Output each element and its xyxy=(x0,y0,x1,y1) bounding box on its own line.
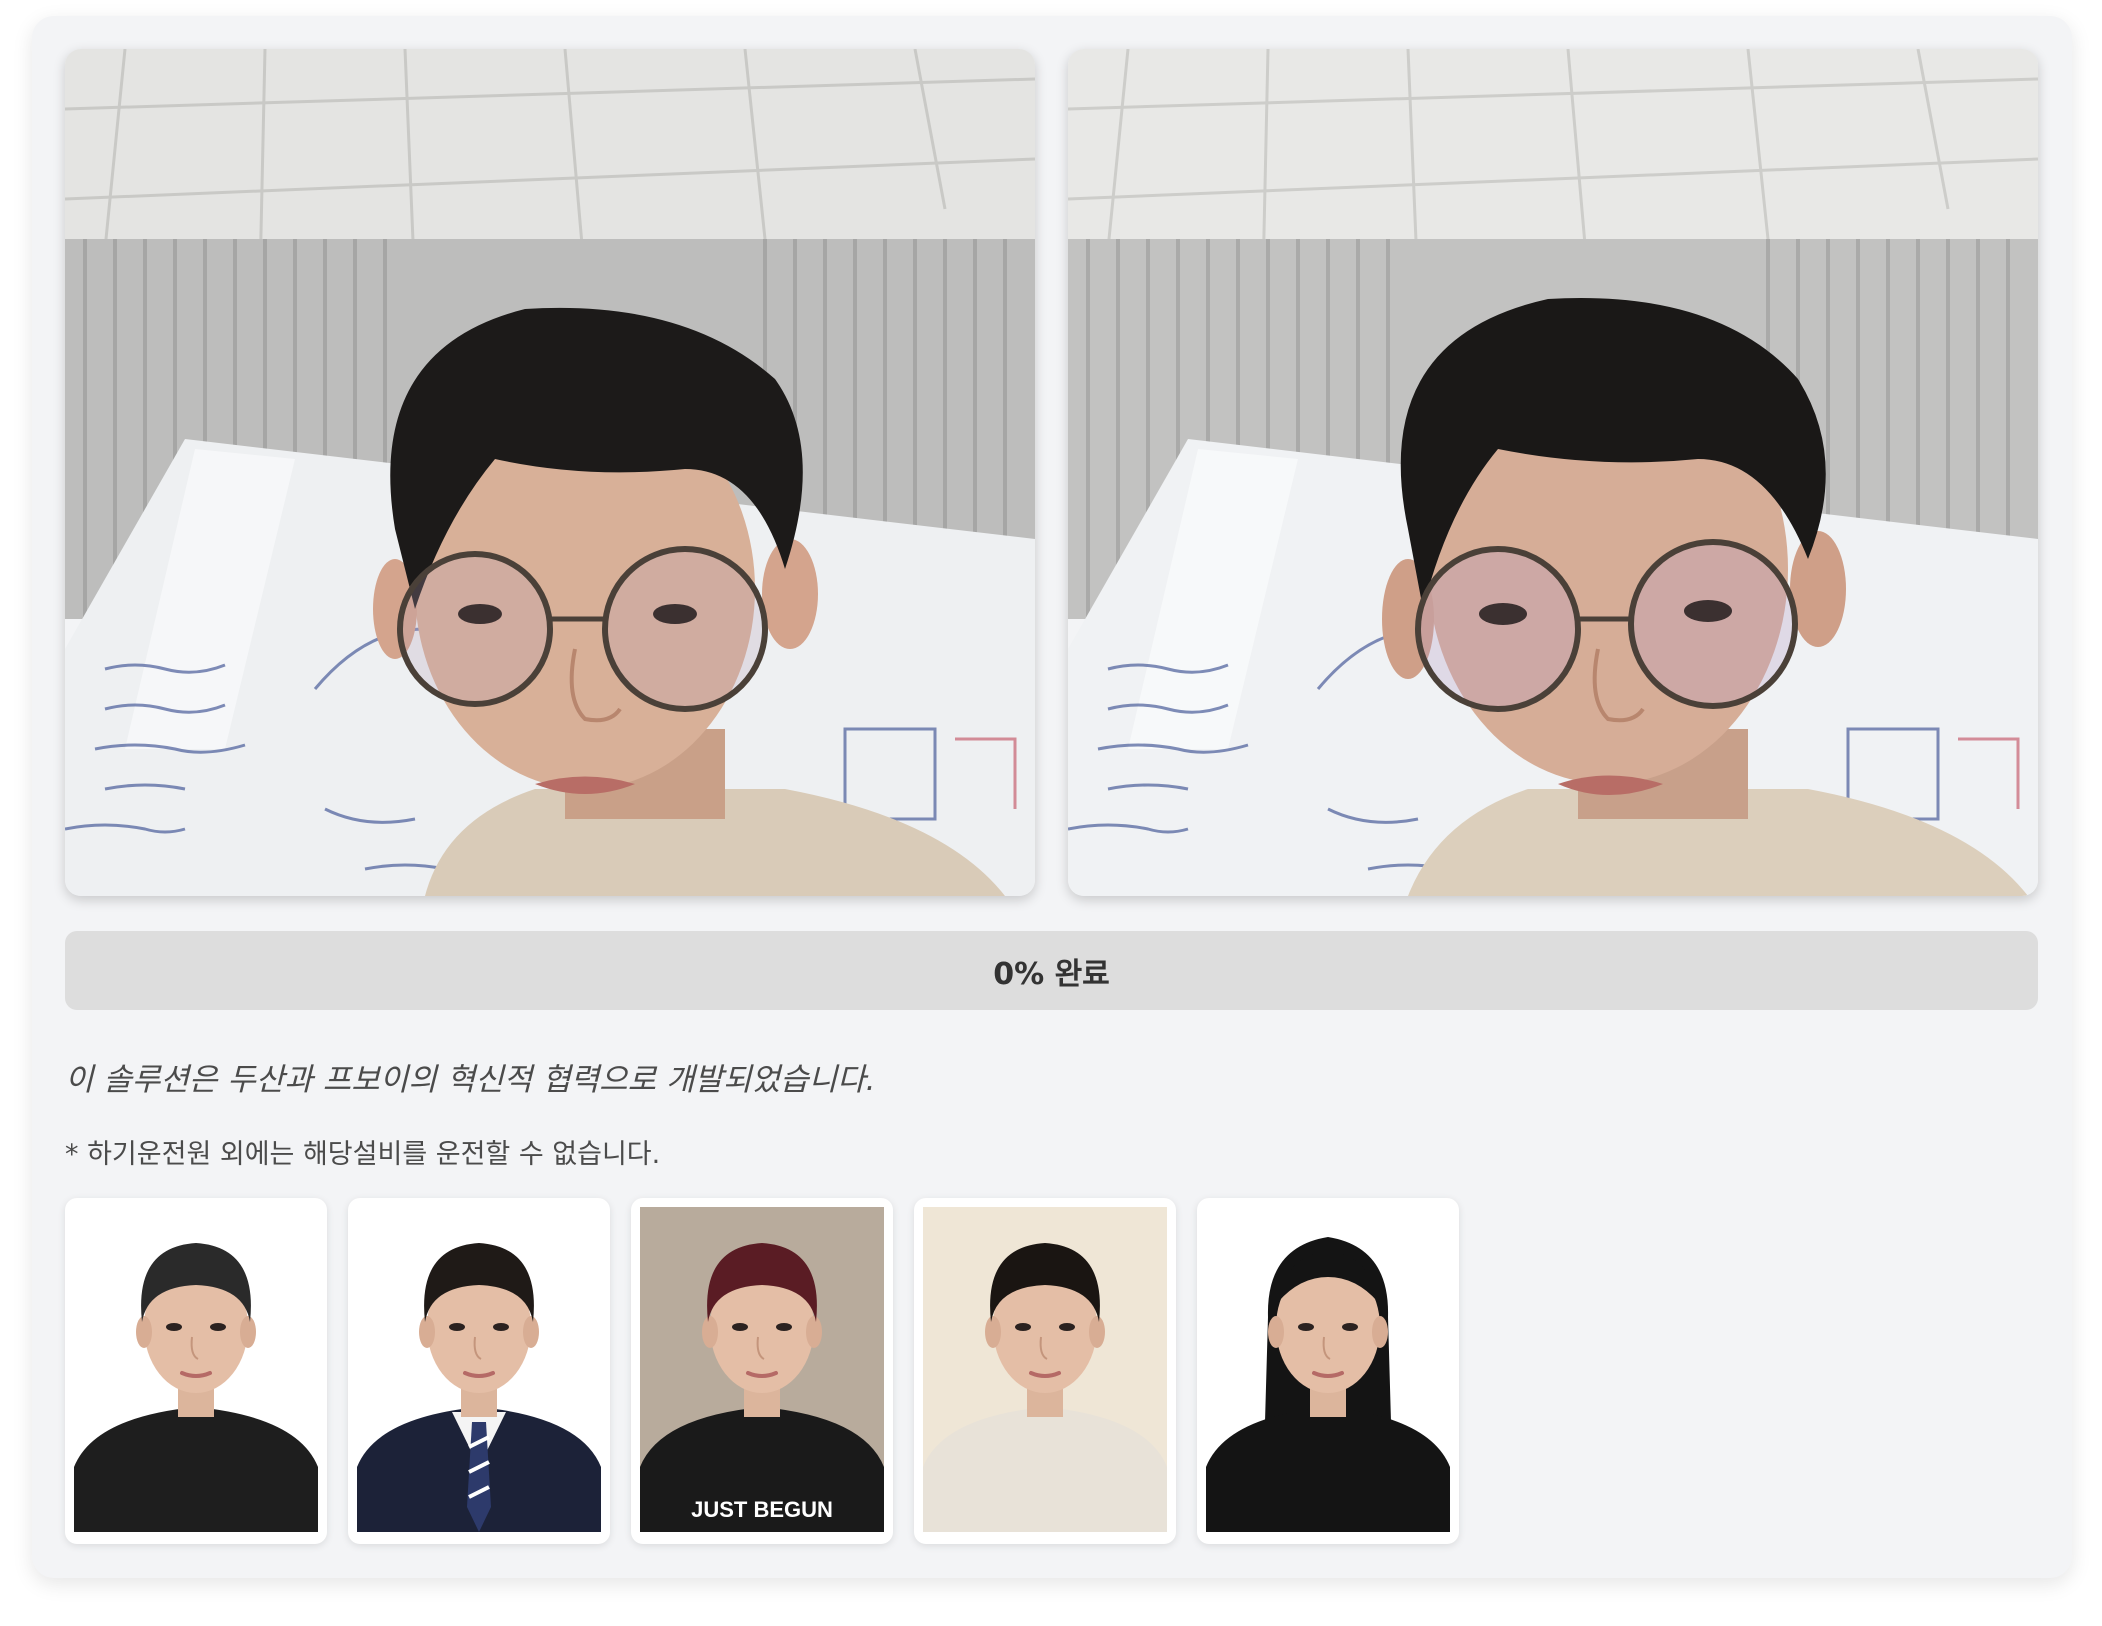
portrait-image xyxy=(923,1207,1167,1532)
svg-text:JUST BEGUN: JUST BEGUN xyxy=(691,1497,833,1522)
portrait-image: JUST BEGUN xyxy=(640,1207,884,1532)
processed-feed-image xyxy=(1068,49,2038,896)
reference-photo-5[interactable] xyxy=(1197,1198,1459,1544)
notice-text: * 하기운전원 외에는 해당설비를 운전할 수 없습니다. xyxy=(65,1139,661,1170)
processed-feed-right xyxy=(1068,49,2038,896)
portrait-image xyxy=(1206,1207,1450,1532)
camera-feed-image xyxy=(65,49,1035,896)
reference-photo-2[interactable] xyxy=(348,1198,610,1544)
reference-photo-3[interactable]: JUST BEGUN xyxy=(631,1198,893,1544)
credit-text: 이 솔루션은 두산과 프보이의 혁신적 협력으로 개발되었습니다. xyxy=(65,1062,876,1098)
reference-photo-1[interactable] xyxy=(65,1198,327,1544)
progress-bar: 0% 완료 xyxy=(65,931,2038,1010)
portrait-image xyxy=(74,1207,318,1532)
reference-photo-4[interactable] xyxy=(914,1198,1176,1544)
portrait-image xyxy=(357,1207,601,1532)
main-card: 0% 완료 이 솔루션은 두산과 프보이의 혁신적 협력으로 개발되었습니다. … xyxy=(32,16,2072,1578)
camera-feed-left xyxy=(65,49,1035,896)
progress-label: 0% 완료 xyxy=(993,956,1110,992)
